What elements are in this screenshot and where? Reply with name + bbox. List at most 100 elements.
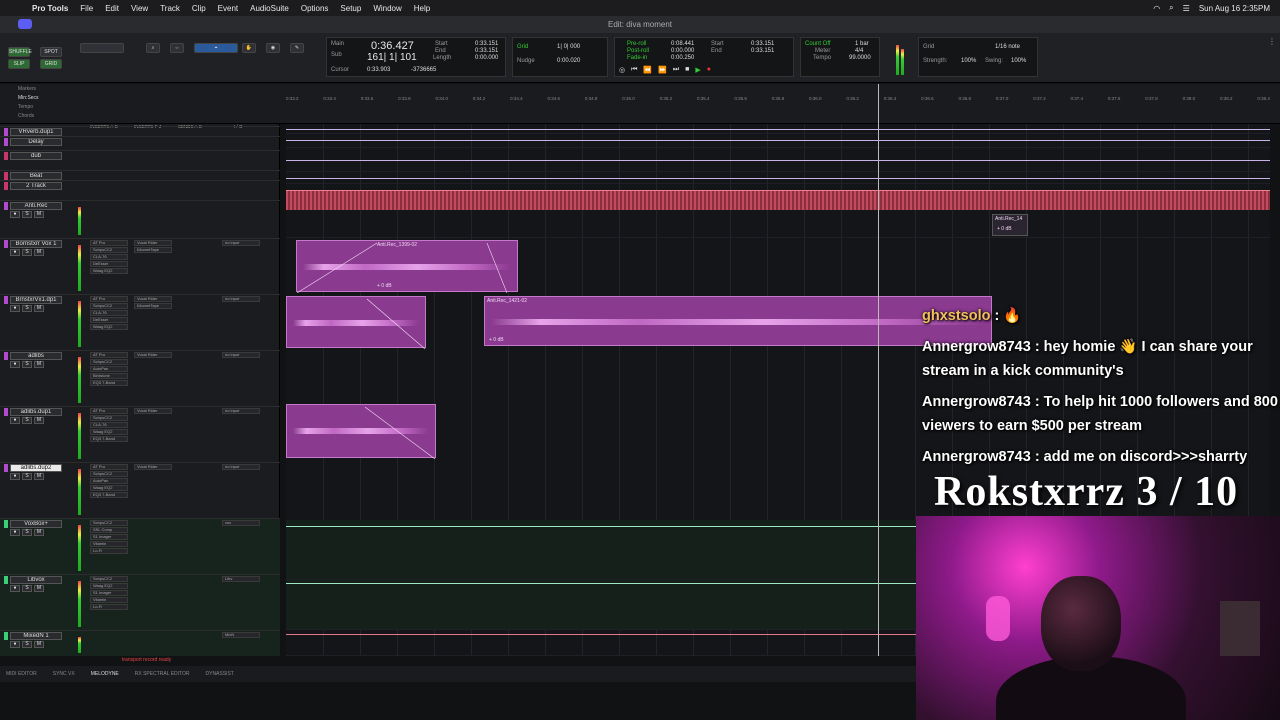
track-row[interactable]: adlibs.dup1 ● S M AT Pro SchpsCC2 CLA-76 Waag …	[0, 406, 280, 462]
control-center-icon[interactable]: ☰	[1183, 4, 1190, 13]
insert-slot[interactable]: Vitamin	[90, 541, 128, 547]
trim-tool-icon[interactable]: ⇔	[170, 43, 184, 53]
insert-slot[interactable]: S1 Imager	[90, 590, 128, 596]
insert-slot[interactable]: CLA-76	[90, 310, 128, 316]
track-name[interactable]: adlibs	[10, 352, 62, 360]
insert-slot[interactable]: AT Pro	[90, 352, 128, 358]
insert-slot[interactable]: SSL Comp	[90, 527, 128, 533]
record-icon[interactable]: ●	[707, 66, 711, 74]
track-name[interactable]: Libvox	[10, 576, 62, 584]
track-row[interactable]: adlibs.dup2 ● S M AT Pro SchpsCC2 AutoPan Waag…	[0, 462, 280, 518]
insert-slot[interactable]: Vocal Rider	[134, 240, 172, 246]
track-name[interactable]: dub	[10, 152, 62, 160]
insert-slot[interactable]: Vitamin	[90, 597, 128, 603]
insert-slot[interactable]: KilometTape	[134, 247, 172, 253]
go-to-end-icon[interactable]: ⏭	[673, 66, 679, 74]
insert-slot[interactable]: Vocal Rider	[134, 296, 172, 302]
insert-slot[interactable]: KilometTape	[134, 303, 172, 309]
menu-track[interactable]: Track	[160, 4, 180, 13]
insert-slot[interactable]: AT Pro	[90, 296, 128, 302]
menu-help[interactable]: Help	[414, 4, 430, 13]
record-arm-button[interactable]: ●	[10, 305, 20, 312]
lane-dub[interactable]	[286, 148, 1270, 172]
solo-button[interactable]: S	[22, 641, 32, 648]
tab-sync-vx[interactable]: SYNC VX	[53, 671, 75, 677]
nudge-value[interactable]: 0:00.020	[557, 58, 580, 64]
scrubber-tool-icon[interactable]: ◉	[266, 43, 280, 53]
track-row[interactable]: Libvox ● S M SchpsCC2 Waag EQ2 S1 Imager Vitam…	[0, 574, 280, 630]
solo-button[interactable]: S	[22, 305, 32, 312]
record-arm-button[interactable]: ●	[10, 417, 20, 424]
track-name[interactable]: Beat	[10, 172, 62, 180]
fast-forward-icon[interactable]: ⏩	[658, 66, 667, 74]
track-name[interactable]: adlibs.dup1	[10, 408, 62, 416]
clip-adlibs-dup1[interactable]	[286, 404, 436, 459]
track-name[interactable]: Delay	[10, 138, 62, 146]
input-selector[interactable]: Libv	[222, 576, 260, 582]
insert-slot[interactable]: SchpsCC2	[90, 247, 128, 253]
solo-button[interactable]: S	[22, 249, 32, 256]
mute-button[interactable]: M	[34, 473, 44, 480]
main-counter[interactable]: 0:36.427	[371, 40, 414, 52]
menu-view[interactable]: View	[131, 4, 148, 13]
insert-slot[interactable]: DeEsser	[90, 261, 128, 267]
nudge-label[interactable]: Nudge	[517, 58, 535, 64]
insert-slot[interactable]: Vocal Rider	[134, 408, 172, 414]
track-name[interactable]: adlibs.dup2	[10, 464, 62, 472]
playhead-cursor[interactable]	[878, 84, 879, 656]
rewind-icon[interactable]: ⏪	[643, 66, 652, 74]
input-selector[interactable]: no input	[222, 296, 260, 302]
menu-window[interactable]: Window	[373, 4, 401, 13]
toolbar-menu-icon[interactable]: ⋮	[1268, 37, 1276, 46]
mode-slip-button[interactable]: SLIP	[8, 59, 30, 69]
mode-spot-button[interactable]: SPOT	[40, 47, 62, 57]
zoomer-tool-icon[interactable]: ⌕	[146, 43, 160, 53]
track-row[interactable]: BrnstxrVx1.dp1 ● S M AT Pro SchpsCC2 CLA-76 De…	[0, 294, 280, 350]
insert-slot[interactable]: Waag EQ2	[90, 485, 128, 491]
grid-label[interactable]: Grid	[517, 44, 528, 50]
mute-button[interactable]: M	[34, 249, 44, 256]
grid-value[interactable]: 1| 0| 000	[557, 44, 580, 50]
insert-slot[interactable]: S1 Imager	[90, 534, 128, 540]
tab-dynassist[interactable]: DYNASSIST	[206, 671, 234, 677]
solo-button[interactable]: S	[22, 473, 32, 480]
lane-beat[interactable]	[286, 172, 1270, 184]
pencil-tool-icon[interactable]: ✎	[290, 43, 304, 53]
return-to-zero-icon[interactable]: ⏮	[631, 66, 637, 74]
postroll-label[interactable]: Post-roll	[627, 48, 649, 54]
insert-slot[interactable]: AT Pro	[90, 464, 128, 470]
countoff-value[interactable]: 1 bar	[855, 41, 869, 47]
insert-slot[interactable]: Waag EQ2	[90, 324, 128, 330]
play-icon[interactable]: ▶	[695, 66, 700, 74]
input-selector[interactable]: vox	[222, 520, 260, 526]
track-name[interactable]: 2 Track	[10, 182, 62, 190]
track-name[interactable]: BrnstxrVx1.dp1	[10, 296, 62, 304]
tab-midi-editor[interactable]: MIDI EDITOR	[6, 671, 37, 677]
menu-setup[interactable]: Setup	[340, 4, 361, 13]
insert-slot[interactable]: EQ3 7-Band	[90, 436, 128, 442]
meter-value[interactable]: 4/4	[855, 48, 863, 54]
countoff-label[interactable]: Count Off	[805, 41, 831, 47]
sub-counter[interactable]: 161| 1| 101	[367, 52, 417, 63]
selection-end[interactable]: 0:33.151	[475, 48, 498, 54]
track-name[interactable]: Bornstxrr Vox 1	[10, 240, 62, 248]
fadein-label[interactable]: Fade-in	[627, 55, 647, 61]
insert-slot[interactable]: SchpsCC2	[90, 415, 128, 421]
track-row[interactable]: Beat	[0, 170, 280, 180]
insert-slot[interactable]: SchpsCC2	[90, 471, 128, 477]
lane-delay[interactable]	[286, 134, 1270, 148]
ruler-ticks[interactable]: 0:33.2 0:33.4 0:33.6 0:33.8 0:34.0 0:34.2 0:34…	[286, 96, 1270, 104]
track-row[interactable]: Anti.Rec ● S M	[0, 200, 280, 238]
track-row[interactable]: VRverb.dup1	[0, 126, 280, 136]
menu-clip[interactable]: Clip	[192, 4, 206, 13]
postroll-value[interactable]: 0:00.000	[671, 48, 694, 54]
tab-rx-spectral[interactable]: RX SPECTRAL EDITOR	[135, 671, 190, 677]
record-arm-button[interactable]: ●	[10, 641, 20, 648]
track-row[interactable]: VoxBox+ ● S M SchpsCC2 SSL Comp S1 Imager Vita…	[0, 518, 280, 574]
track-name[interactable]: VoxBox+	[10, 520, 62, 528]
menubar-clock[interactable]: Sun Aug 16 2:35PM	[1199, 4, 1270, 13]
mute-button[interactable]: M	[34, 585, 44, 592]
insert-slot[interactable]: Waag EQ2	[90, 583, 128, 589]
fadein-value[interactable]: 0:00.250	[671, 55, 694, 61]
menu-options[interactable]: Options	[301, 4, 329, 13]
